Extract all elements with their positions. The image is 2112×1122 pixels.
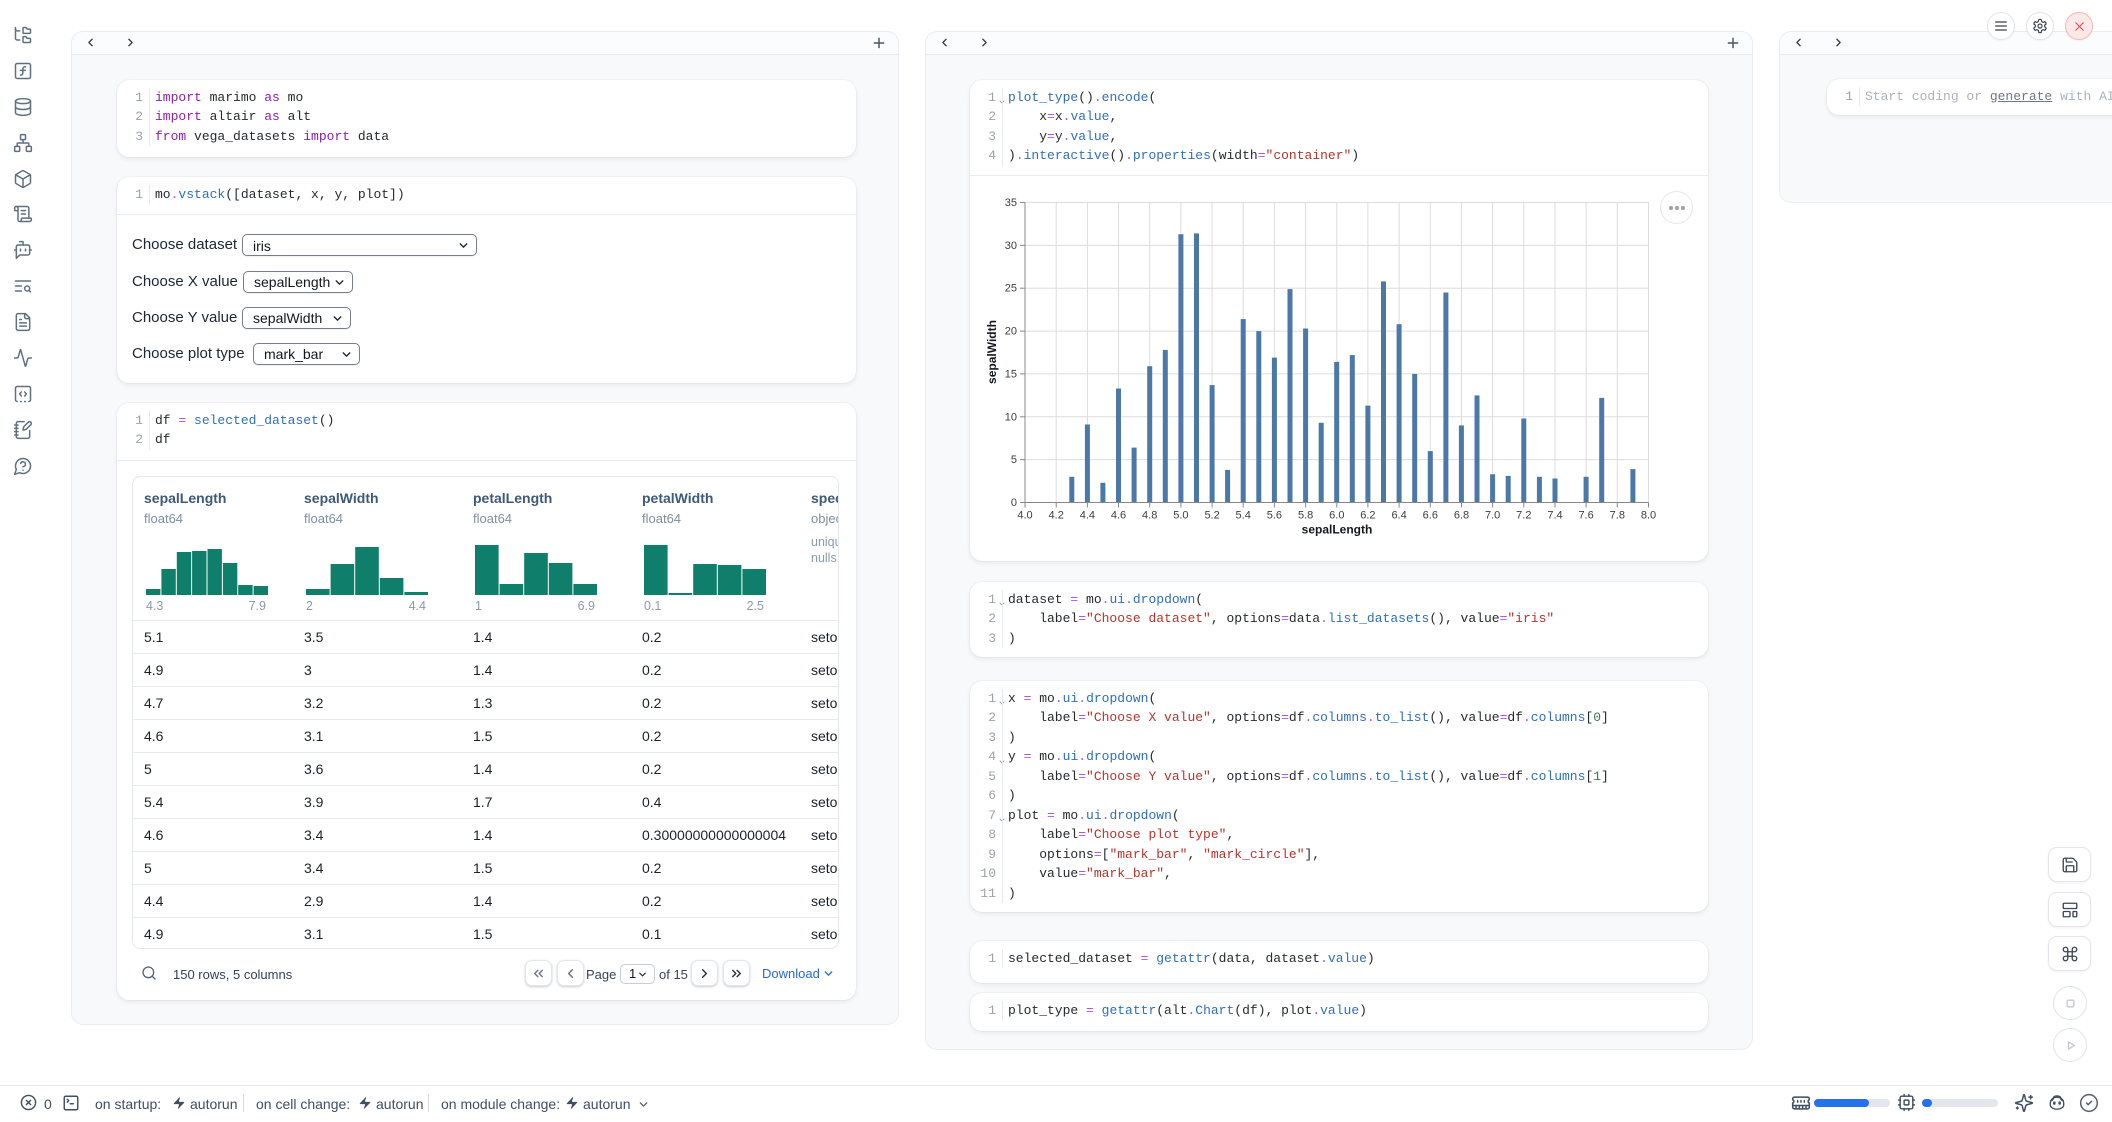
svg-text:4.4: 4.4: [1080, 510, 1095, 522]
svg-text:sepalWidth: sepalWidth: [985, 320, 999, 384]
svg-text:20: 20: [1005, 326, 1017, 338]
svg-text:6.6: 6.6: [1423, 510, 1438, 522]
svg-text:5.0: 5.0: [1173, 510, 1188, 522]
svg-text:4.6: 4.6: [1111, 510, 1126, 522]
svg-text:5.2: 5.2: [1204, 510, 1219, 522]
svg-text:35: 35: [1005, 197, 1017, 209]
svg-text:6.4: 6.4: [1391, 510, 1406, 522]
svg-text:15: 15: [1005, 368, 1017, 380]
svg-text:sepalLength: sepalLength: [1302, 523, 1373, 537]
svg-text:7.8: 7.8: [1610, 510, 1625, 522]
svg-text:7.0: 7.0: [1485, 510, 1500, 522]
svg-text:10: 10: [1005, 411, 1017, 423]
svg-text:6.2: 6.2: [1360, 510, 1375, 522]
svg-text:6.8: 6.8: [1454, 510, 1469, 522]
svg-text:4.0: 4.0: [1017, 510, 1032, 522]
svg-text:7.6: 7.6: [1578, 510, 1593, 522]
svg-text:5.6: 5.6: [1267, 510, 1282, 522]
svg-text:7.4: 7.4: [1547, 510, 1562, 522]
svg-text:5.8: 5.8: [1298, 510, 1313, 522]
svg-text:4.2: 4.2: [1049, 510, 1064, 522]
svg-text:4.8: 4.8: [1142, 510, 1157, 522]
svg-text:25: 25: [1005, 283, 1017, 295]
svg-text:8.0: 8.0: [1641, 510, 1656, 522]
svg-text:5.4: 5.4: [1236, 510, 1251, 522]
svg-text:30: 30: [1005, 240, 1017, 252]
svg-text:5: 5: [1011, 454, 1017, 466]
svg-text:7.2: 7.2: [1516, 510, 1531, 522]
svg-text:6.0: 6.0: [1329, 510, 1344, 522]
svg-text:0: 0: [1011, 497, 1017, 509]
